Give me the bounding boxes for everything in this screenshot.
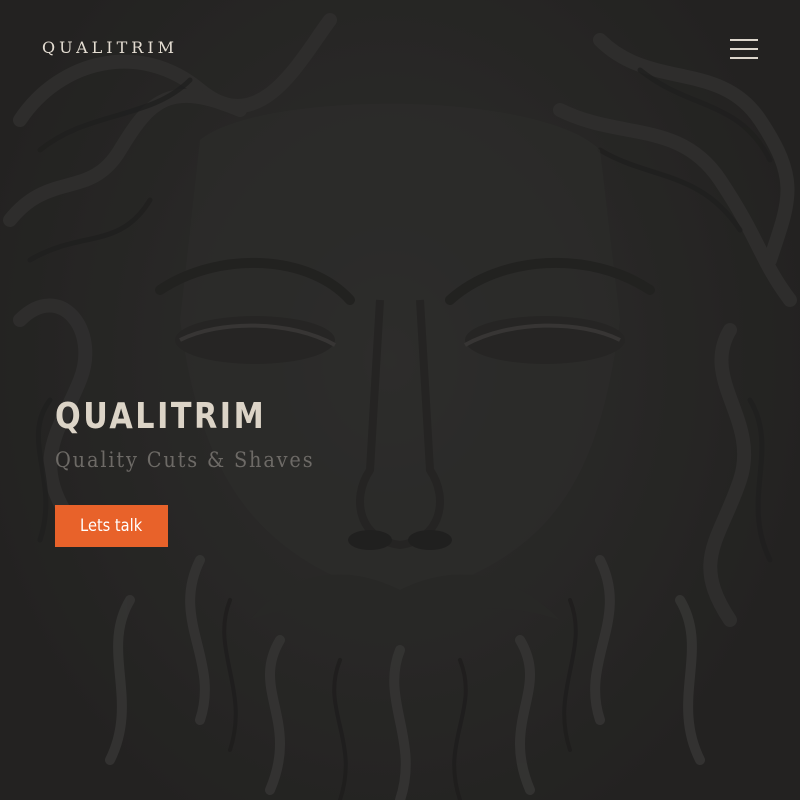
menu-line-bottom bbox=[730, 57, 758, 59]
hero-title: QUALITRIM bbox=[55, 396, 267, 437]
menu-line-top bbox=[730, 39, 758, 41]
site-logo[interactable]: QUALITRIM bbox=[42, 38, 178, 57]
menu-line-middle bbox=[730, 48, 758, 50]
lets-talk-button[interactable]: Lets talk bbox=[55, 505, 168, 547]
landing-page: QUALITRIM QUALITRIM Quality Cuts & Shave… bbox=[0, 0, 800, 800]
hero-subtitle: Quality Cuts & Shaves bbox=[55, 448, 315, 472]
hamburger-menu-icon[interactable] bbox=[728, 36, 760, 62]
lets-talk-label: Lets talk bbox=[80, 516, 143, 536]
